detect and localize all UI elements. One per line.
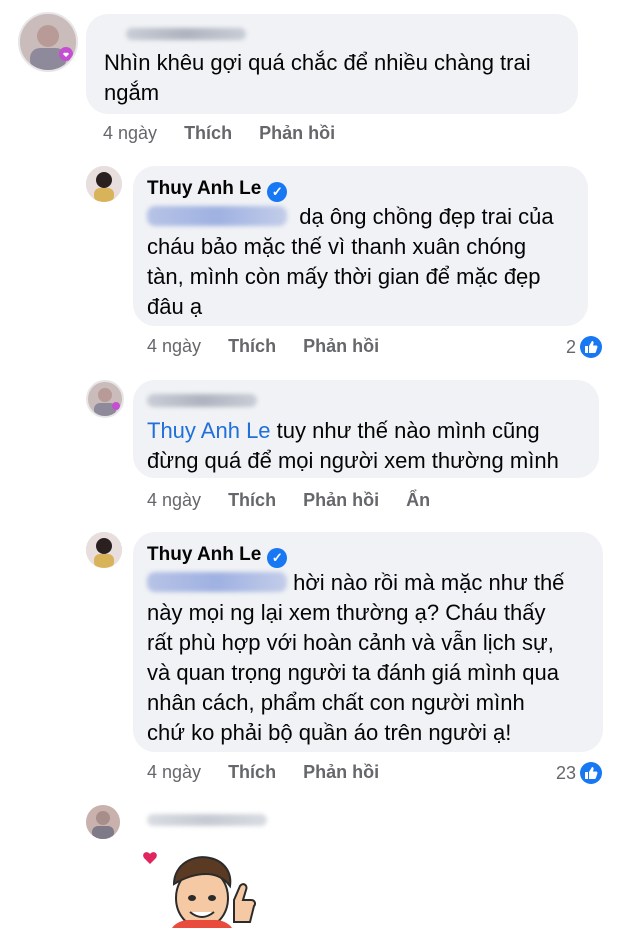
like-button[interactable]: Thích bbox=[184, 123, 232, 143]
comment-bubble: Nhìn khêu gợi quá chắc để nhiều chàng tr… bbox=[86, 14, 578, 114]
profile-photo-icon bbox=[86, 166, 122, 202]
like-button[interactable]: Thích bbox=[228, 490, 276, 510]
comment-time: 4 ngày bbox=[147, 490, 202, 510]
comment-author[interactable]: Thuy Anh Le ✓ bbox=[147, 544, 288, 568]
profile-photo-icon bbox=[86, 805, 120, 839]
comment-text: hời nào rồi mà mặc như thế này mọi ng lạ… bbox=[147, 570, 565, 745]
profile-photo-icon bbox=[88, 382, 122, 416]
avatar[interactable] bbox=[86, 166, 122, 202]
author-name-redacted[interactable] bbox=[126, 28, 246, 47]
author-name-redacted[interactable] bbox=[147, 814, 267, 833]
mention-link[interactable]: Thuy Anh Le bbox=[147, 418, 271, 443]
comment-actions: 4 ngày Thích Phản hồi bbox=[147, 336, 401, 357]
like-button[interactable]: Thích bbox=[228, 336, 276, 356]
sticker-man-thumbs-up-icon bbox=[143, 852, 256, 929]
reaction-count[interactable]: 2 bbox=[566, 336, 603, 358]
mention-redacted[interactable] bbox=[147, 572, 287, 592]
reply-button[interactable]: Phản hồi bbox=[303, 336, 379, 356]
mention-redacted[interactable] bbox=[147, 206, 287, 226]
profile-photo-icon bbox=[86, 532, 122, 568]
like-reaction-icon bbox=[580, 762, 603, 784]
comment-text: dạ ông chồng đẹp trai của cháu bảo mặc t… bbox=[147, 204, 554, 319]
comment-text: Thuy Anh Le tuy như thế nào mình cũng đừ… bbox=[147, 418, 559, 473]
comment-author[interactable]: Thuy Anh Le ✓ bbox=[147, 178, 288, 202]
comment-actions: 4 ngày Thích Phản hồi bbox=[147, 762, 401, 783]
verified-badge-icon: ✓ bbox=[267, 548, 288, 568]
reaction-count[interactable]: 23 bbox=[556, 762, 603, 784]
comment-bubble: Thuy Anh Le tuy như thế nào mình cũng đừ… bbox=[133, 380, 599, 478]
like-button[interactable]: Thích bbox=[228, 762, 276, 782]
reply-button[interactable]: Phản hồi bbox=[303, 490, 379, 510]
author-name-redacted[interactable] bbox=[147, 394, 257, 414]
profile-photo-icon bbox=[20, 14, 76, 70]
avatar[interactable] bbox=[86, 532, 122, 568]
comment-actions: 4 ngày Thích Phản hồi bbox=[103, 123, 357, 144]
comment-text: Nhìn khêu gợi quá chắc để nhiều chàng tr… bbox=[104, 50, 531, 105]
like-reaction-icon bbox=[580, 336, 603, 358]
hide-button[interactable]: Ẩn bbox=[406, 490, 430, 510]
comment-time: 4 ngày bbox=[103, 123, 158, 143]
comment-bubble: Thuy Anh Le ✓ hời nào rồi mà mặc như thế … bbox=[133, 532, 603, 752]
comment-time: 4 ngày bbox=[147, 762, 202, 782]
avatar[interactable] bbox=[18, 12, 78, 72]
reply-button[interactable]: Phản hồi bbox=[303, 762, 379, 782]
avatar[interactable] bbox=[86, 380, 124, 418]
verified-badge-icon: ✓ bbox=[267, 182, 288, 202]
comment-actions: 4 ngày Thích Phản hồi Ẩn bbox=[147, 490, 452, 511]
avatar[interactable] bbox=[86, 805, 120, 839]
comment-bubble: Thuy Anh Le ✓ dạ ông chồng đẹp trai của c… bbox=[133, 166, 588, 326]
reply-button[interactable]: Phản hồi bbox=[259, 123, 335, 143]
sticker[interactable] bbox=[138, 840, 268, 929]
comment-time: 4 ngày bbox=[147, 336, 202, 356]
